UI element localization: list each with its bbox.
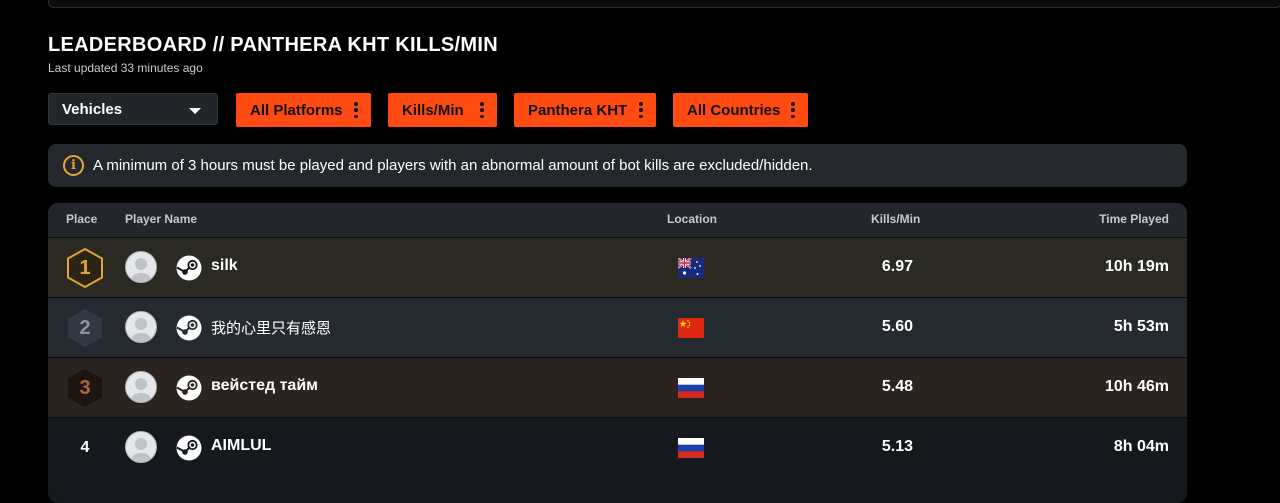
steam-icon[interactable] [176,375,202,401]
column-header-place: Place [66,212,98,226]
previous-panel-edge [48,0,1280,8]
australia-flag-icon [678,258,704,278]
leaderboard-table: Place Player Name Location Kills/Min Tim… [48,203,1187,503]
kebab-menu-icon [791,102,795,118]
time-played-value: 8h 04m [1113,438,1169,455]
column-header-time: Time Played [1099,212,1169,226]
category-dropdown[interactable]: Vehicles [48,93,218,125]
vehicle-filter-label: Panthera KHT [528,101,628,119]
avatar[interactable] [125,431,157,463]
time-played-value: 5h 53m [1113,318,1169,335]
column-header-location: Location [667,212,717,226]
bronze-rank-badge: 3 [66,367,104,409]
info-icon: i [63,155,84,176]
kebab-menu-icon [480,102,484,118]
stat-filter-button[interactable]: Kills/Min [388,93,497,127]
rank-number: 4 [80,439,90,456]
column-header-player: Player Name [125,212,198,226]
player-name[interactable]: вейстед тайм [211,377,318,395]
rank-number: 3 [79,377,91,399]
steam-icon[interactable] [176,435,202,461]
kills-per-min-value: 5.60 [881,318,913,335]
russia-flag-icon [678,438,704,458]
kebab-menu-icon [354,102,358,118]
vehicle-filter-button[interactable]: Panthera KHT [514,93,656,127]
country-filter-label: All Countries [687,101,781,119]
platform-filter-button[interactable]: All Platforms [236,93,371,127]
steam-icon[interactable] [176,255,202,281]
kebab-menu-icon [639,102,643,118]
table-header: Place Player Name Location Kills/Min Tim… [48,203,1187,237]
time-played-value: 10h 46m [1104,378,1169,395]
kills-per-min-value: 6.97 [881,258,913,275]
caret-down-icon [189,108,201,114]
kills-per-min-value: 5.48 [881,378,913,395]
player-name[interactable]: 我的心里只有感恩 [211,317,331,338]
page-title: LEADERBOARD // PANTHERA KHT KILLS/MIN [48,34,498,56]
table-row[interactable]: 4 AIMLUL 5.13 8h 04m [48,417,1187,477]
stat-filter-label: Kills/Min [402,101,464,119]
table-row[interactable]: 2 我的心里只有感恩 5.60 5h 53m [48,297,1187,357]
table-row[interactable]: 1 silk 6.97 10h 19m [48,237,1187,297]
info-notice: i A minimum of 3 hours must be played an… [48,144,1187,187]
time-played-value: 10h 19m [1104,258,1169,275]
russia-flag-icon [678,378,704,398]
column-header-kpm: Kills/Min [871,212,921,226]
info-notice-text: A minimum of 3 hours must be played and … [93,157,813,174]
category-dropdown-label: Vehicles [62,100,123,118]
avatar[interactable] [125,371,157,403]
avatar[interactable] [125,311,157,343]
rank-number: 1 [79,257,91,279]
rank-number: 2 [79,317,91,339]
last-updated-text: Last updated 33 minutes ago [48,61,203,75]
gold-rank-badge: 1 [66,247,104,289]
kills-per-min-value: 5.13 [881,438,913,455]
player-name[interactable]: silk [211,257,238,275]
player-name[interactable]: AIMLUL [211,437,271,455]
silver-rank-badge: 2 [66,307,104,349]
platform-filter-label: All Platforms [250,101,343,119]
country-filter-button[interactable]: All Countries [673,93,808,127]
table-row[interactable]: 3 вейстед тайм 5.48 10h 46m [48,357,1187,417]
steam-icon[interactable] [176,315,202,341]
avatar[interactable] [125,251,157,283]
china-flag-icon [678,318,704,338]
